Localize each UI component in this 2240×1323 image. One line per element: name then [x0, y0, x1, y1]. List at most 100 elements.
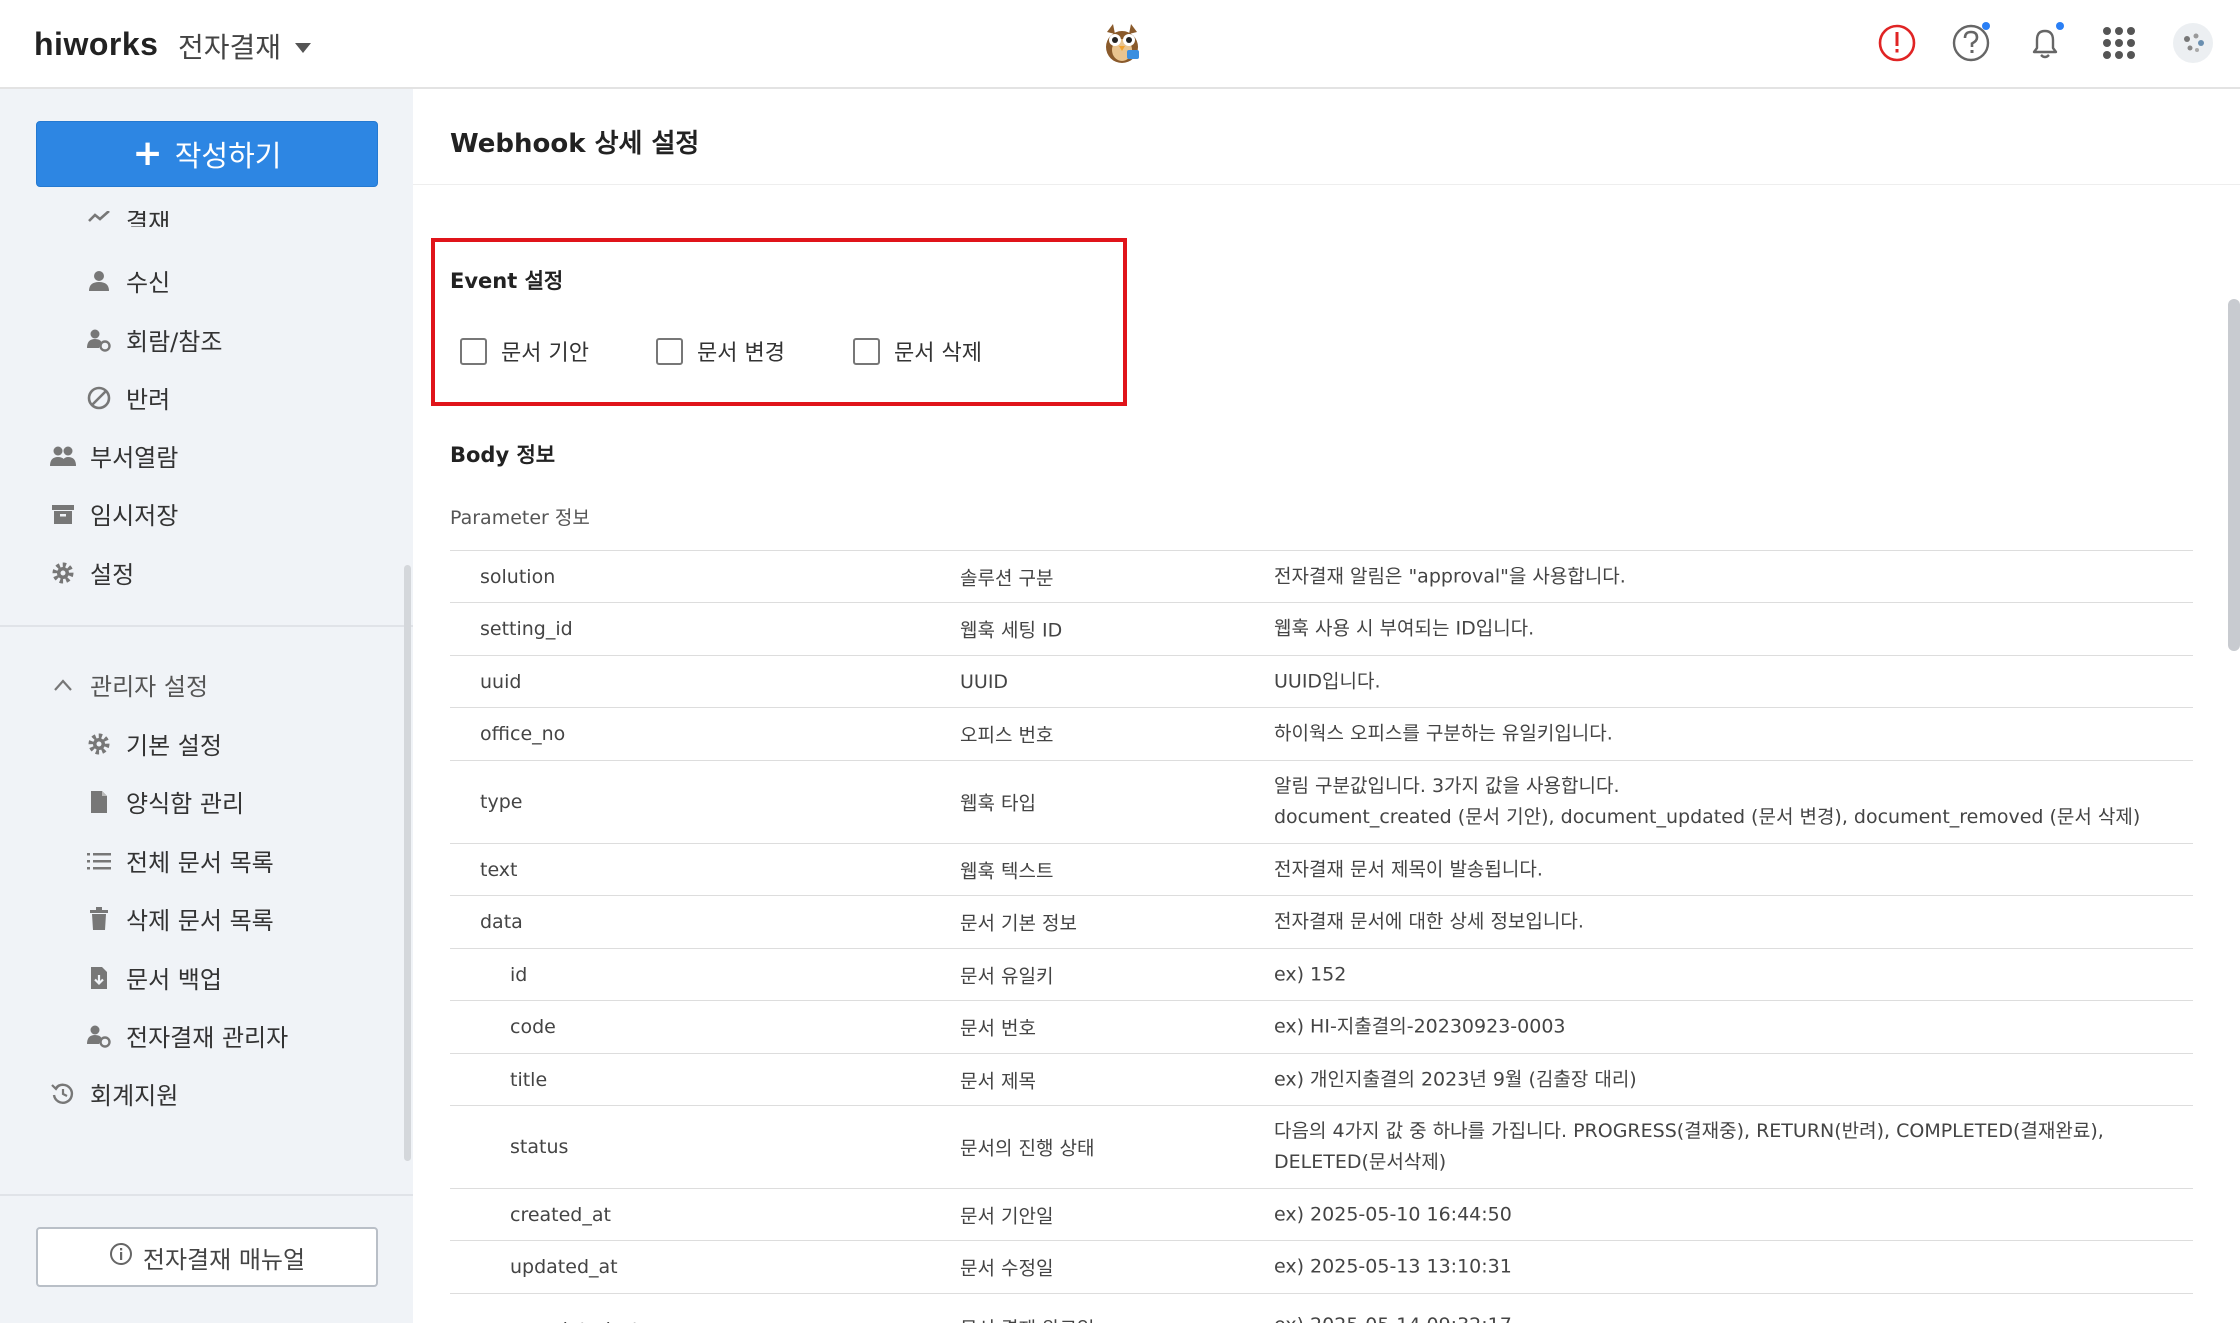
param-description: 웹훅 사용 시 부여되는 ID입니다. — [1274, 617, 1535, 640]
page-title: Webhook 상세 설정 — [450, 129, 700, 159]
param-description-line: document_created (문서 기안), document_updat… — [1274, 806, 2141, 828]
group-icon — [50, 443, 76, 469]
notification-dot — [2056, 22, 2064, 30]
event-checkbox-document-created[interactable]: 문서 기안 — [460, 335, 589, 367]
checkbox[interactable] — [853, 337, 880, 365]
param-key: updated_at — [510, 1256, 618, 1278]
param-description: ex) 2025-05-14 09:32:17 — [1274, 1310, 1512, 1323]
param-key: text — [480, 858, 518, 881]
param-name: 솔루션 구분 — [960, 567, 1054, 589]
sidebar: + 작성하기 결재 수신 회람/참조 반려 부서열람 임시저장 설정 관리자 설… — [0, 89, 413, 1323]
param-name: UUID — [960, 670, 1009, 693]
sidebar-scrollbar[interactable] — [404, 565, 411, 1161]
main-content: Webhook 상세 설정 Event 설정 문서 기안 문서 변경 문서 삭제… — [413, 89, 2240, 1323]
param-name: 웹훅 세팅 ID — [960, 619, 1063, 642]
param-description: ex) 개인지출결의 2023년 9월 (김출장 대리) — [1274, 1068, 1637, 1090]
param-key: type — [480, 791, 523, 813]
table-row: office_no 오피스 번호 하이웍스 오피스를 구분하는 유일키입니다. — [450, 708, 2193, 761]
sidebar-item-label: 반려 — [126, 386, 171, 414]
admin-item-all-documents[interactable]: 전체 문서 목록 — [86, 843, 274, 878]
avatar[interactable] — [2172, 22, 2214, 64]
param-name: 문서 결재 완료일 — [960, 1314, 1094, 1323]
table-row: id 문서 유일키 ex) 152 — [450, 949, 2193, 1001]
param-description: UUID입니다. — [1274, 670, 1381, 692]
main-scrollbar[interactable] — [2228, 299, 2240, 651]
download-doc-icon — [86, 965, 112, 991]
sidebar-item-settings[interactable]: 설정 — [50, 555, 134, 590]
sidebar-item-approval[interactable]: 결재 — [86, 211, 170, 227]
param-key: uuid — [480, 670, 522, 693]
table-row: created_at 문서 기안일 ex) 2025-05-10 16:44:5… — [450, 1189, 2193, 1241]
param-description: ex) 2025-05-13 13:10:31 — [1274, 1255, 1512, 1278]
sidebar-item-drafts[interactable]: 임시저장 — [50, 496, 178, 531]
sidebar-item-circulation[interactable]: 회람/참조 — [86, 322, 222, 357]
table-row: completed_at 문서 결재 완료일 ex) 2025-05-14 09… — [450, 1294, 2193, 1323]
apps-grid-icon[interactable] — [2098, 22, 2140, 64]
table-row: data 문서 기본 정보 전자결재 문서에 대한 상세 정보입니다. — [450, 896, 2193, 949]
admin-item-approval-admin[interactable]: 전자결재 관리자 — [86, 1018, 288, 1053]
param-description: ex) 2025-05-10 16:44:50 — [1274, 1203, 1512, 1225]
checkbox[interactable] — [656, 337, 683, 365]
parameter-table: solution 솔루션 구분 전자결재 알림은 "approval"을 사용합… — [450, 550, 2193, 1323]
sidebar-item-label: 설정 — [90, 561, 135, 589]
param-name: 문서 기안일 — [960, 1205, 1054, 1227]
app-switcher[interactable]: 전자결재 — [178, 26, 312, 66]
table-row: title 문서 제목 ex) 개인지출결의 2023년 9월 (김출장 대리) — [450, 1054, 2193, 1106]
event-checkbox-document-updated[interactable]: 문서 변경 — [656, 335, 785, 367]
checkbox-label: 문서 변경 — [697, 341, 785, 366]
checkbox-label: 문서 기안 — [501, 341, 589, 366]
trash-icon — [86, 906, 112, 932]
mascot-icon[interactable] — [1099, 20, 1145, 66]
sidebar-item-label: 임시저장 — [90, 502, 179, 530]
param-name: 문서 수정일 — [960, 1257, 1054, 1280]
sidebar-item-label: 전체 문서 목록 — [126, 849, 274, 877]
param-description: 전자결재 문서 제목이 발송됩니다. — [1274, 858, 1543, 880]
help-icon[interactable] — [1950, 22, 1992, 64]
sidebar-item-label: 양식함 관리 — [126, 790, 245, 818]
sidebar-item-department[interactable]: 부서열람 — [50, 438, 178, 473]
sidebar-item-received[interactable]: 수신 — [86, 263, 170, 298]
table-row: type 웹훅 타입 알림 구분값입니다. 3가지 값을 사용합니다. docum… — [450, 761, 2193, 844]
param-description: 알림 구분값입니다. 3가지 값을 사용합니다. document_created… — [1274, 771, 2140, 833]
param-key: completed_at — [510, 1319, 639, 1323]
param-description-line: 다음의 4가지 값 중 하나를 가집니다. PROGRESS(결재중), RET… — [1274, 1120, 2104, 1142]
list-icon — [86, 848, 112, 874]
app-name: 전자결재 — [178, 31, 282, 64]
event-checkbox-document-removed[interactable]: 문서 삭제 — [853, 335, 982, 367]
title-divider — [413, 184, 2240, 185]
write-button[interactable]: + 작성하기 — [36, 121, 378, 187]
admin-section-label: 관리자 설정 — [90, 673, 209, 701]
sidebar-item-accounting[interactable]: 회계지원 — [50, 1076, 178, 1111]
param-key: code — [510, 1016, 556, 1038]
param-name: 문서의 진행 상태 — [960, 1137, 1095, 1160]
event-highlight-box — [431, 238, 1127, 406]
sidebar-item-label: 회계지원 — [90, 1082, 179, 1110]
param-description-line: 알림 구분값입니다. 3가지 값을 사용합니다. — [1274, 775, 1620, 797]
alert-icon[interactable] — [1876, 22, 1918, 64]
parameter-section-title: Parameter 정보 — [450, 507, 590, 529]
admin-section-toggle[interactable]: 관리자 설정 — [50, 667, 208, 702]
param-key: solution — [480, 565, 556, 588]
table-row: code 문서 번호 ex) HI-지출결의-20230923-0003 — [450, 1001, 2193, 1054]
people-gear-icon — [86, 327, 112, 353]
param-name: 문서 유일키 — [960, 965, 1054, 987]
checkbox[interactable] — [460, 337, 487, 365]
hiworks-logo[interactable]: hiworks — [34, 26, 158, 63]
checkbox-label: 문서 삭제 — [894, 341, 982, 366]
admin-item-form-box[interactable]: 양식함 관리 — [86, 784, 244, 819]
top-header: hiworks 전자결재 — [0, 0, 2240, 89]
admin-item-document-backup[interactable]: 문서 백업 — [86, 960, 222, 995]
manual-button-label: 전자결재 매뉴얼 — [142, 1245, 306, 1274]
admin-item-basic-settings[interactable]: 기본 설정 — [86, 726, 222, 761]
sidebar-item-label: 전자결재 관리자 — [126, 1024, 289, 1052]
manual-button[interactable]: 전자결재 매뉴얼 — [36, 1227, 378, 1287]
param-description: 전자결재 알림은 "approval"을 사용합니다. — [1274, 565, 1626, 587]
param-name: 웹훅 타입 — [960, 792, 1036, 815]
bell-icon[interactable] — [2024, 22, 2066, 64]
admin-item-deleted-documents[interactable]: 삭제 문서 목록 — [86, 901, 274, 936]
gear-icon — [50, 560, 76, 586]
table-row: uuid UUID UUID입니다. — [450, 656, 2193, 708]
chevron-up-icon — [50, 672, 76, 698]
sidebar-item-rejected[interactable]: 반려 — [86, 380, 170, 415]
param-name: 문서 제목 — [960, 1070, 1036, 1092]
